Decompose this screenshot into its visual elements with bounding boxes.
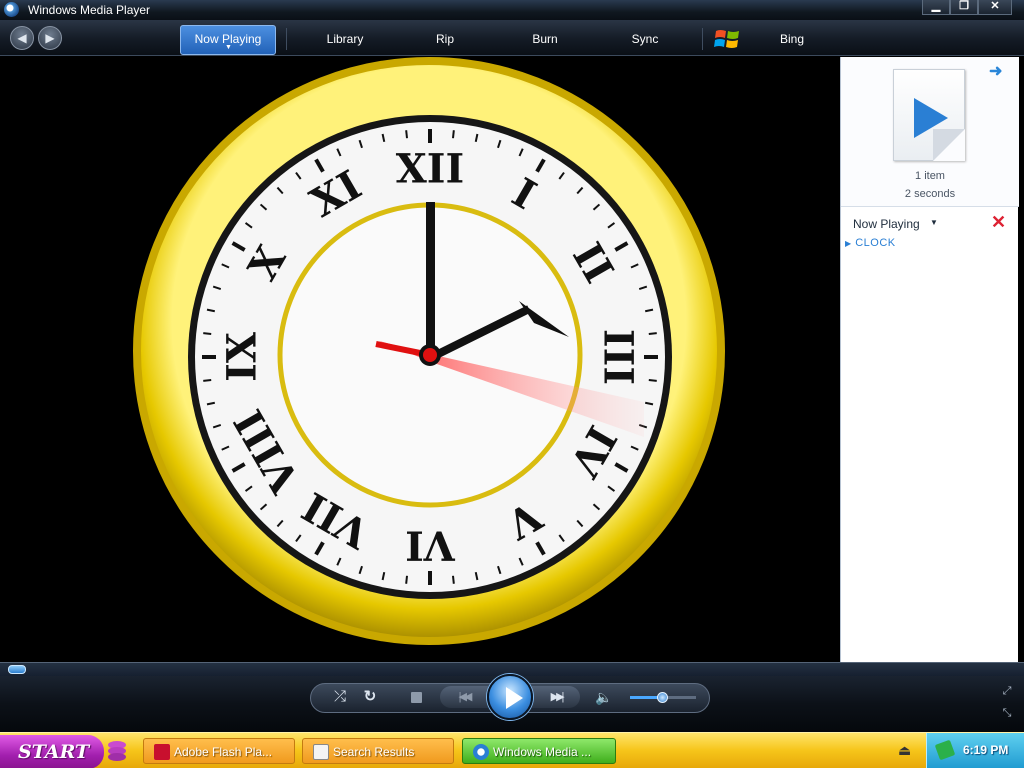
windows-logo-icon [714, 30, 739, 48]
current-item-indicator-icon: ▶ [845, 239, 852, 248]
item-count: 1 item [915, 170, 945, 182]
clock-numeral: IX [219, 332, 266, 382]
taskbar-item-label: Windows Media ... [493, 745, 592, 759]
chevron-down-icon[interactable]: ▼ [930, 218, 938, 227]
system-clock[interactable]: 6:19 PM [963, 743, 1008, 757]
clock-numeral: VI [405, 522, 456, 569]
tray-app-icon[interactable] [934, 739, 956, 761]
clock-numeral: III [595, 329, 642, 385]
list-pane: ➜ 1 item 2 seconds Now Playing ▼ ✕ ▶ CLO… [840, 57, 1019, 662]
shuffle-icon[interactable]: ⤮ [328, 686, 352, 708]
playback-controls: ⤮ ↻ |◀◀ ▶▶| 🔈 ⤢ ⤡ [0, 674, 1024, 732]
speaker-icon[interactable]: 🔈 [592, 686, 616, 708]
close-button[interactable]: ✕ [978, 0, 1012, 15]
clock-face: XIIIIIIIIIVVVIVIIVIIIIXXXI [133, 57, 725, 645]
usb-device-icon[interactable]: ⏏ [898, 742, 911, 759]
next-icon[interactable]: ▶▶| [532, 686, 580, 708]
seek-handle[interactable] [8, 665, 26, 674]
system-tray: 6:19 PM [926, 733, 1024, 768]
clock-tick [452, 575, 455, 584]
forward-arrow-icon[interactable]: ▶ [38, 26, 62, 50]
tab-now-playing[interactable]: Now Playing ▼ [180, 25, 276, 55]
tab-burn[interactable]: Burn [500, 20, 590, 56]
repeat-icon[interactable]: ↻ [358, 686, 382, 708]
previous-icon[interactable]: |◀◀ [440, 686, 488, 708]
playlist-title[interactable]: Now Playing [853, 217, 920, 231]
switch-to-compact-icon[interactable]: ⤡ [1000, 702, 1014, 724]
taskbar-item-label: Search Results [333, 745, 415, 759]
media-info: ➜ 1 item 2 seconds [841, 57, 1019, 207]
play-icon [914, 98, 948, 138]
title-bar: Windows Media Player ▁ ❐ ✕ [0, 0, 1024, 20]
playlist-item[interactable]: ▶ CLOCK [845, 237, 896, 249]
clock-tick [405, 575, 408, 584]
play-icon [506, 687, 523, 709]
tab-library[interactable]: Library [300, 20, 390, 56]
flash-icon [154, 744, 170, 760]
back-arrow-icon[interactable]: ◀ [10, 26, 34, 50]
fullscreen-icon[interactable]: ⤢ [1000, 680, 1014, 702]
taskbar-item-media-player[interactable]: Windows Media ... [462, 738, 616, 764]
playlist-item-label: CLOCK [855, 237, 896, 249]
stop-icon[interactable] [411, 692, 422, 703]
clock-video-frame: XIIIIIIIIIVVVIVIIVIIIIXXXI [133, 57, 725, 645]
play-button[interactable] [487, 674, 533, 720]
chevron-down-icon: ▼ [225, 44, 232, 51]
clock-tick [203, 332, 212, 335]
clock-tick [648, 332, 657, 335]
taskbar-item-flash[interactable]: Adobe Flash Pla... [143, 738, 295, 764]
tab-sync[interactable]: Sync [600, 20, 690, 56]
maximize-button[interactable]: ❐ [950, 0, 978, 15]
divider [286, 28, 287, 50]
clock-tick [648, 379, 657, 382]
taskbar: START Adobe Flash Pla... Search Results … [0, 732, 1024, 768]
volume-knob[interactable] [657, 692, 668, 703]
minute-hand [426, 202, 435, 357]
taskbar-item-search[interactable]: Search Results [302, 738, 454, 764]
start-button[interactable]: START [0, 735, 104, 768]
clock-tick [452, 130, 455, 139]
navigation-bar: ◀ ▶ Now Playing ▼ Library Rip Burn Sync … [0, 20, 1024, 56]
media-player-icon [4, 2, 19, 17]
video-area[interactable]: XII I II III IV V VI VII VIII IX X XI [4, 57, 840, 662]
window-title: Windows Media Player [28, 3, 151, 17]
arrow-right-icon[interactable]: ➜ [989, 61, 1002, 81]
media-thumbnail[interactable] [893, 69, 965, 161]
playlist-duration: 2 seconds [904, 188, 956, 200]
media-player-icon [473, 744, 489, 760]
clock-tick [405, 130, 408, 139]
divider [702, 28, 703, 50]
search-results-icon [313, 744, 329, 760]
clear-list-icon[interactable]: ✕ [991, 212, 1006, 233]
clock-tick [203, 379, 212, 382]
volume-slider[interactable] [630, 692, 696, 703]
taskbar-item-label: Adobe Flash Pla... [174, 745, 273, 759]
clock-center-pin [423, 348, 437, 362]
clock-numeral: XII [396, 146, 464, 193]
minimize-button[interactable]: ▁ [922, 0, 950, 15]
quick-launch-icon[interactable] [106, 739, 128, 763]
tab-bing[interactable]: Bing [747, 20, 837, 56]
tab-rip[interactable]: Rip [400, 20, 490, 56]
